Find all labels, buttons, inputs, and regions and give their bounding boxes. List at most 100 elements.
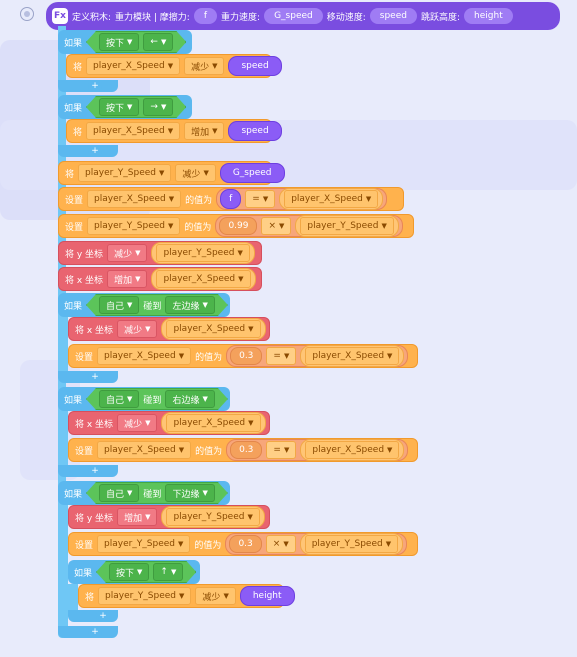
- var-dropdown[interactable]: player_X_Speed ▼: [166, 320, 261, 338]
- op-dropdown[interactable]: 减少 ▼: [117, 414, 158, 432]
- var-reporter[interactable]: player_X_Speed ▼: [300, 345, 405, 367]
- stage-target-icon[interactable]: [20, 7, 34, 21]
- var-dropdown[interactable]: player_X_Speed ▼: [305, 347, 400, 365]
- key-pressed-condition[interactable]: 按下 ▼ ↑ ▼: [96, 561, 196, 583]
- op-dropdown[interactable]: 增加 ▼: [184, 122, 225, 140]
- operator-dropdown[interactable]: × ▼: [265, 535, 296, 553]
- speed-variable[interactable]: speed: [228, 56, 282, 76]
- edge-dropdown[interactable]: 下边缘 ▼: [165, 484, 214, 502]
- var-dropdown[interactable]: player_Y_Speed ▼: [166, 508, 260, 526]
- var-reporter[interactable]: player_X_Speed ▼: [279, 188, 384, 210]
- param-friction[interactable]: f: [193, 8, 218, 24]
- sprite-dropdown[interactable]: 自己 ▼: [99, 390, 139, 408]
- number-input[interactable]: 0.3: [230, 347, 263, 365]
- sprite-dropdown[interactable]: 自己 ▼: [99, 296, 139, 314]
- change-x-block[interactable]: 将 x 坐标 增加 ▼ player_X_Speed ▼: [58, 267, 262, 291]
- key-dropdown-left[interactable]: ← ▼: [143, 33, 173, 51]
- operator-dropdown[interactable]: × ▼: [261, 217, 292, 235]
- var-reporter[interactable]: player_X_Speed ▼: [300, 439, 405, 461]
- speed-variable[interactable]: speed: [228, 121, 282, 141]
- var-dropdown[interactable]: player_X_Speed ▼: [305, 441, 400, 459]
- var-dropdown[interactable]: player_Y_Speed ▼: [78, 164, 172, 182]
- set-var-block[interactable]: 设置 player_X_Speed ▼ 的值为 0.3 = ▼ player_X_S…: [68, 344, 418, 368]
- var-dropdown[interactable]: player_Y_Speed ▼: [304, 535, 399, 553]
- var-reporter[interactable]: player_X_Speed ▼: [161, 412, 266, 434]
- change-x-block[interactable]: 将 x 坐标 减少 ▼ player_X_Speed ▼: [68, 411, 270, 435]
- param-jump[interactable]: height: [464, 8, 513, 24]
- change-x-block[interactable]: 将 x 坐标 减少 ▼ player_X_Speed ▼: [68, 317, 270, 341]
- add-block-button[interactable]: +: [88, 466, 102, 476]
- gspeed-variable[interactable]: G_speed: [219, 163, 285, 183]
- if-block-bottom-edge[interactable]: 如果 自己 ▼ 碰到 下边缘 ▼: [58, 481, 230, 505]
- var-reporter[interactable]: player_Y_Speed ▼: [295, 215, 399, 237]
- op-dropdown[interactable]: 减少 ▼: [175, 164, 216, 182]
- var-dropdown[interactable]: player_X_Speed ▼: [86, 57, 181, 75]
- key-pressed-condition[interactable]: 按下 ▼ → ▼: [86, 96, 186, 118]
- var-dropdown[interactable]: player_X_Speed ▼: [86, 122, 181, 140]
- operator-block[interactable]: f = ▼ player_X_Speed ▼: [216, 188, 388, 210]
- var-dropdown[interactable]: player_X_Speed ▼: [284, 190, 379, 208]
- var-reporter[interactable]: player_X_Speed ▼: [151, 268, 256, 290]
- var-dropdown[interactable]: player_X_Speed ▼: [87, 190, 182, 208]
- operator-dropdown[interactable]: = ▼: [266, 347, 297, 365]
- operator-dropdown[interactable]: = ▼: [245, 190, 276, 208]
- op-dropdown[interactable]: 减少 ▼: [107, 244, 148, 262]
- set-var-block[interactable]: 设置 player_X_Speed ▼ 的值为 0.3 = ▼ player_X_S…: [68, 438, 418, 462]
- edge-dropdown[interactable]: 左边缘 ▼: [165, 296, 214, 314]
- op-dropdown[interactable]: 减少 ▼: [117, 320, 158, 338]
- pressed-dropdown[interactable]: 按下 ▼: [109, 563, 149, 581]
- param-move[interactable]: speed: [369, 8, 417, 24]
- sprite-dropdown[interactable]: 自己 ▼: [99, 484, 139, 502]
- if-block-up[interactable]: 如果 按下 ▼ ↑ ▼: [68, 560, 200, 584]
- var-dropdown[interactable]: player_Y_Speed ▼: [97, 535, 191, 553]
- var-dropdown[interactable]: player_X_Speed ▼: [156, 270, 251, 288]
- key-dropdown-right[interactable]: → ▼: [143, 98, 173, 116]
- add-block-button[interactable]: +: [96, 611, 110, 621]
- change-var-block[interactable]: 将 player_X_Speed ▼ 增加 ▼ speed: [66, 119, 282, 143]
- operator-block[interactable]: 0.3 = ▼ player_X_Speed ▼: [226, 345, 409, 367]
- op-dropdown[interactable]: 增加 ▼: [117, 508, 158, 526]
- op-dropdown[interactable]: 减少 ▼: [184, 57, 225, 75]
- var-dropdown[interactable]: player_Y_Speed ▼: [156, 244, 250, 262]
- operator-block[interactable]: 0.99 × ▼ player_Y_Speed ▼: [215, 215, 403, 237]
- number-input[interactable]: 0.3: [230, 441, 263, 459]
- op-dropdown[interactable]: 减少 ▼: [195, 587, 236, 605]
- var-dropdown[interactable]: player_X_Speed ▼: [97, 347, 192, 365]
- var-reporter[interactable]: player_Y_Speed ▼: [299, 533, 404, 555]
- touching-condition[interactable]: 自己 ▼ 碰到 下边缘 ▼: [86, 482, 228, 504]
- define-block-hat[interactable]: Fx 定义积木: 重力模块 | 摩擦力: f 重力速度: G_speed 移动速…: [46, 2, 560, 30]
- var-dropdown[interactable]: player_Y_Speed ▼: [87, 217, 181, 235]
- if-block-left-edge[interactable]: 如果 自己 ▼ 碰到 左边缘 ▼: [58, 293, 230, 317]
- change-var-block[interactable]: 将 player_X_Speed ▼ 减少 ▼ speed: [66, 54, 282, 78]
- set-var-block[interactable]: 设置 player_X_Speed ▼ 的值为 f = ▼ player_X_Spe…: [58, 187, 404, 211]
- add-block-button[interactable]: +: [88, 81, 102, 91]
- if-block-right[interactable]: 如果 按下 ▼ → ▼: [58, 95, 192, 119]
- var-dropdown[interactable]: player_X_Speed ▼: [97, 441, 192, 459]
- change-var-block[interactable]: 将 player_Y_Speed ▼ 减少 ▼ height: [78, 584, 295, 608]
- number-input[interactable]: 0.3: [229, 535, 262, 553]
- change-var-block[interactable]: 将 player_Y_Speed ▼ 减少 ▼ G_speed: [58, 161, 285, 185]
- operator-dropdown[interactable]: = ▼: [266, 441, 297, 459]
- f-variable[interactable]: f: [220, 189, 242, 209]
- var-dropdown[interactable]: player_X_Speed ▼: [166, 414, 261, 432]
- pressed-dropdown[interactable]: 按下 ▼: [99, 33, 139, 51]
- operator-block[interactable]: 0.3 × ▼ player_Y_Speed ▼: [225, 533, 408, 555]
- var-reporter[interactable]: player_Y_Speed ▼: [161, 506, 265, 528]
- op-dropdown[interactable]: 增加 ▼: [107, 270, 148, 288]
- add-block-button[interactable]: +: [88, 146, 102, 156]
- number-input[interactable]: 0.99: [219, 217, 258, 235]
- edge-dropdown[interactable]: 右边缘 ▼: [165, 390, 214, 408]
- operator-block[interactable]: 0.3 = ▼ player_X_Speed ▼: [226, 439, 409, 461]
- param-gravity[interactable]: G_speed: [264, 8, 323, 24]
- var-dropdown[interactable]: player_Y_Speed ▼: [300, 217, 394, 235]
- var-reporter[interactable]: player_Y_Speed ▼: [151, 242, 255, 264]
- touching-condition[interactable]: 自己 ▼ 碰到 左边缘 ▼: [86, 294, 228, 316]
- var-reporter[interactable]: player_X_Speed ▼: [161, 318, 266, 340]
- key-dropdown-up[interactable]: ↑ ▼: [153, 563, 183, 581]
- add-block-button[interactable]: +: [88, 372, 102, 382]
- key-pressed-condition[interactable]: 按下 ▼ ← ▼: [86, 31, 186, 53]
- touching-condition[interactable]: 自己 ▼ 碰到 右边缘 ▼: [86, 388, 228, 410]
- add-block-button[interactable]: +: [88, 627, 102, 637]
- var-dropdown[interactable]: player_Y_Speed ▼: [98, 587, 192, 605]
- set-var-block[interactable]: 设置 player_Y_Speed ▼ 的值为 0.3 × ▼ player_Y_S…: [68, 532, 418, 556]
